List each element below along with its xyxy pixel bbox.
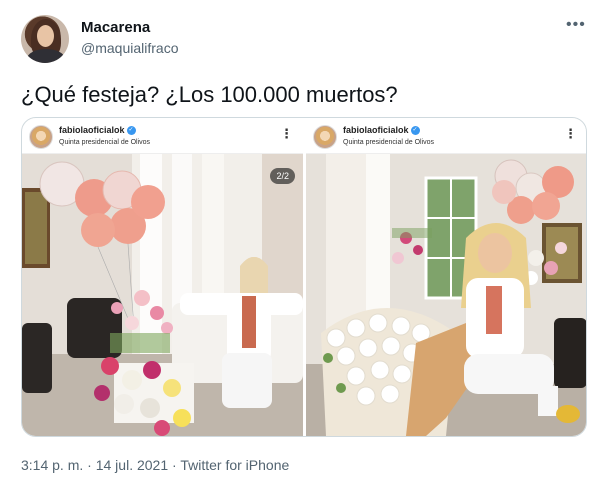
meta-separator: · <box>172 457 177 473</box>
tweet-timestamp[interactable]: 3:14 p. m. · 14 jul. 2021 · Twitter for … <box>21 457 289 473</box>
avatar-body <box>27 49 65 63</box>
avatar-face <box>37 25 54 47</box>
ig-location-right[interactable]: Quinta presidencial de Olivos <box>343 139 434 146</box>
ig-username-right[interactable]: fabiolaoficialok ✓ <box>343 125 420 136</box>
ig-more-icon[interactable]: ⋮ <box>564 126 577 142</box>
ig-avatar-left[interactable] <box>29 125 53 149</box>
photo-left[interactable]: fabiolaoficialok ✓ Quinta presidencial de… <box>22 118 303 436</box>
verified-badge-icon: ✓ <box>126 126 136 136</box>
meta-separator: · <box>87 457 92 473</box>
photo-right-image <box>306 118 586 436</box>
ig-username-left-text: fabiolaoficialok <box>59 125 125 135</box>
ig-avatar-right[interactable] <box>313 125 337 149</box>
author-name[interactable]: Macarena <box>81 19 150 36</box>
tweet: Macarena @maquialifraco ••• ¿Qué festeja… <box>0 0 603 490</box>
photo-right[interactable]: fabiolaoficialok ✓ Quinta presidencial de… <box>306 118 586 436</box>
photo-left-image <box>22 118 303 436</box>
ig-username-left[interactable]: fabiolaoficialok ✓ <box>59 125 136 136</box>
verified-badge-icon: ✓ <box>410 126 420 136</box>
tweet-time[interactable]: 3:14 p. m. <box>21 457 83 473</box>
ig-more-icon[interactable]: ⋮ <box>280 126 293 142</box>
ig-username-right-text: fabiolaoficialok <box>343 125 409 135</box>
author-avatar[interactable] <box>21 15 69 63</box>
ig-header-left: fabiolaoficialok ✓ Quinta presidencial de… <box>22 118 303 154</box>
tweet-source[interactable]: Twitter for iPhone <box>180 457 289 473</box>
carousel-counter: 2/2 <box>270 168 295 184</box>
author-handle[interactable]: @maquialifraco <box>81 40 178 56</box>
more-options-icon[interactable]: ••• <box>566 16 586 34</box>
ig-header-right: fabiolaoficialok ✓ Quinta presidencial de… <box>306 118 586 154</box>
media-grid: fabiolaoficialok ✓ Quinta presidencial de… <box>21 117 587 437</box>
tweet-date[interactable]: 14 jul. 2021 <box>96 457 168 473</box>
ig-location-left[interactable]: Quinta presidencial de Olivos <box>59 139 150 146</box>
tweet-text: ¿Qué festeja? ¿Los 100.000 muertos? <box>21 82 398 107</box>
